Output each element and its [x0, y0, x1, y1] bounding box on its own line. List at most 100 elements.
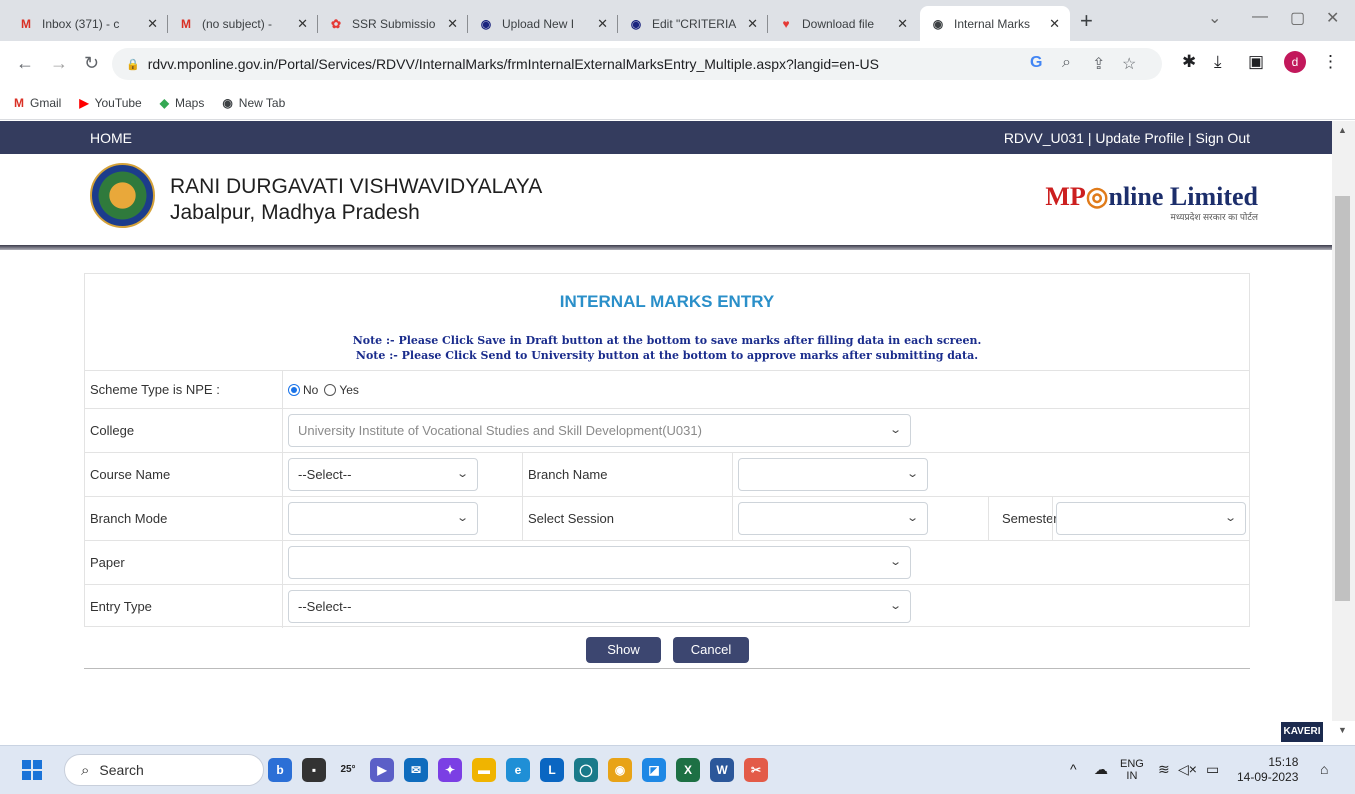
tab-internal-marks[interactable]: ◉ Internal Marks ✕: [920, 6, 1070, 41]
mail-icon[interactable]: ✉: [404, 758, 428, 782]
taskbar-search[interactable]: ⌕ Search: [64, 754, 264, 786]
weather-widget[interactable]: 25°: [336, 758, 360, 782]
tab-search-icon[interactable]: ⌄: [1208, 8, 1221, 28]
close-icon[interactable]: ✕: [1049, 16, 1060, 32]
bookmark-youtube[interactable]: ▶ YouTube: [79, 96, 141, 110]
bookmark-gmail[interactable]: M Gmail: [14, 96, 61, 110]
npe-no-radio[interactable]: [288, 383, 300, 396]
npe-yes-label[interactable]: Yes: [339, 383, 359, 397]
bookmark-new-tab[interactable]: ◉ New Tab: [222, 96, 285, 110]
share-icon[interactable]: ⇪: [1092, 54, 1105, 74]
notification-icon[interactable]: ⌂: [1320, 761, 1328, 777]
windows-start-icon[interactable]: [22, 760, 42, 780]
page-scrollbar[interactable]: ▲ ▼: [1332, 121, 1355, 735]
zoom-icon[interactable]: ⌕: [1062, 54, 1071, 72]
side-panel-icon[interactable]: ▣: [1248, 52, 1264, 72]
bookmark-maps[interactable]: ◆ Maps: [160, 96, 205, 110]
kaveri-badge: KAVERI: [1281, 722, 1323, 742]
tab-inbox[interactable]: M Inbox (371) - c ✕: [8, 6, 168, 41]
tab-download-file[interactable]: ♥ Download file ✕: [768, 6, 918, 41]
branch-mode-select[interactable]: ⌄: [288, 502, 478, 535]
site-header: RANI DURGAVATI VISHWAVIDYALAYA Jabalpur,…: [0, 154, 1332, 246]
volume-icon[interactable]: ◁×: [1178, 761, 1197, 778]
file-explorer-icon[interactable]: ▬: [472, 758, 496, 782]
app-icon[interactable]: ◯: [574, 758, 598, 782]
close-icon[interactable]: ✕: [597, 16, 608, 32]
tab-ssr-submission[interactable]: ✿ SSR Submissio ✕: [318, 6, 468, 41]
photos-icon[interactable]: ◪: [642, 758, 666, 782]
home-link[interactable]: HOME: [90, 130, 132, 146]
mponline-mp: MP: [1045, 182, 1086, 211]
close-icon[interactable]: ✕: [447, 16, 458, 32]
chrome-icon[interactable]: ◉: [608, 758, 632, 782]
entry-type-value: --Select--: [298, 599, 352, 614]
branch-name-select[interactable]: ⌄: [738, 458, 928, 491]
divider: [282, 371, 283, 408]
minimize-icon[interactable]: —: [1252, 8, 1268, 26]
npe-yes-radio[interactable]: [324, 383, 337, 396]
university-name-line2: Jabalpur, Madhya Pradesh: [170, 201, 420, 224]
tab-edit-criteria[interactable]: ◉ Edit "CRITERIA ✕: [618, 6, 768, 41]
university-name-line1: RANI DURGAVATI VISHWAVIDYALAYA: [170, 175, 543, 198]
taskbar-clock[interactable]: 15:18 14-09-2023: [1237, 755, 1298, 785]
entry-type-select[interactable]: --Select-- ⌄: [288, 590, 911, 623]
forward-arrow-icon[interactable]: →: [50, 53, 68, 73]
cancel-button[interactable]: Cancel: [673, 637, 749, 663]
form-bottom-divider: [84, 668, 1250, 669]
profile-avatar[interactable]: d: [1284, 51, 1306, 73]
tab-no-subject[interactable]: M (no subject) - ✕: [168, 6, 318, 41]
tab-upload-new[interactable]: ◉ Upload New I ✕: [468, 6, 618, 41]
wifi-icon[interactable]: ≋: [1158, 761, 1170, 778]
back-arrow-icon[interactable]: ←: [16, 53, 34, 73]
download-icon[interactable]: ⤓: [1214, 52, 1222, 72]
menu-icon[interactable]: ⋮: [1322, 52, 1339, 72]
language-indicator[interactable]: ENG IN: [1120, 758, 1144, 782]
scroll-down-icon[interactable]: ▼: [1338, 725, 1347, 735]
session-select[interactable]: ⌄: [738, 502, 928, 535]
paper-select[interactable]: ⌄: [288, 546, 911, 579]
npe-radio-group: No Yes: [288, 371, 365, 408]
new-tab-icon[interactable]: +: [1080, 10, 1093, 32]
window-close-icon[interactable]: ✕: [1326, 8, 1339, 28]
battery-icon[interactable]: ▭: [1206, 761, 1219, 778]
npe-row: Scheme Type is NPE : No Yes: [85, 370, 1249, 408]
scroll-up-icon[interactable]: ▲: [1338, 125, 1347, 135]
excel-icon[interactable]: X: [676, 758, 700, 782]
close-icon[interactable]: ✕: [747, 16, 758, 32]
snipping-tool-icon[interactable]: ✂: [744, 758, 768, 782]
mponline-wordmark: MP◎nline Limited: [1045, 182, 1258, 212]
maximize-icon[interactable]: ▢: [1290, 8, 1305, 28]
user-links[interactable]: RDVV_U031 | Update Profile | Sign Out: [1004, 130, 1250, 146]
chevron-down-icon: ⌄: [888, 600, 902, 612]
bing-icon[interactable]: b: [268, 758, 292, 782]
semester-select[interactable]: ⌄: [1056, 502, 1246, 535]
teams-icon[interactable]: ▶: [370, 758, 394, 782]
edge-icon[interactable]: e: [506, 758, 530, 782]
l-app-icon[interactable]: L: [540, 758, 564, 782]
chevron-down-icon: ⌄: [888, 424, 902, 436]
show-button[interactable]: Show: [586, 637, 661, 663]
word-icon[interactable]: W: [710, 758, 734, 782]
close-icon[interactable]: ✕: [897, 16, 908, 32]
note-save-draft: Note :- Please Click Save in Draft butto…: [352, 334, 982, 347]
university-logo: [90, 163, 155, 228]
reload-icon[interactable]: ↻: [84, 53, 99, 73]
close-icon[interactable]: ✕: [147, 16, 158, 32]
close-icon[interactable]: ✕: [297, 16, 308, 32]
divider: [522, 453, 523, 496]
task-view-icon[interactable]: ▪: [302, 758, 326, 782]
copilot-tray-icon[interactable]: ☁: [1094, 761, 1108, 778]
bookmark-star-icon[interactable]: ☆: [1122, 54, 1136, 74]
npe-no-label[interactable]: No: [303, 383, 318, 397]
extensions-icon[interactable]: ✱: [1182, 52, 1196, 72]
session-label: Select Session: [528, 511, 614, 526]
google-icon[interactable]: G: [1030, 54, 1042, 72]
url-bar[interactable]: 🔒 rdvv.mponline.gov.in/Portal/Services/R…: [112, 48, 1162, 80]
tab-label: (no subject) -: [202, 16, 273, 31]
copilot-icon[interactable]: ✦: [438, 758, 462, 782]
tray-chevron-icon[interactable]: ^: [1070, 761, 1077, 777]
scroll-thumb[interactable]: [1335, 196, 1350, 601]
gmail-icon: M: [181, 16, 191, 31]
course-select[interactable]: --Select-- ⌄: [288, 458, 478, 491]
college-select[interactable]: University Institute of Vocational Studi…: [288, 414, 911, 447]
